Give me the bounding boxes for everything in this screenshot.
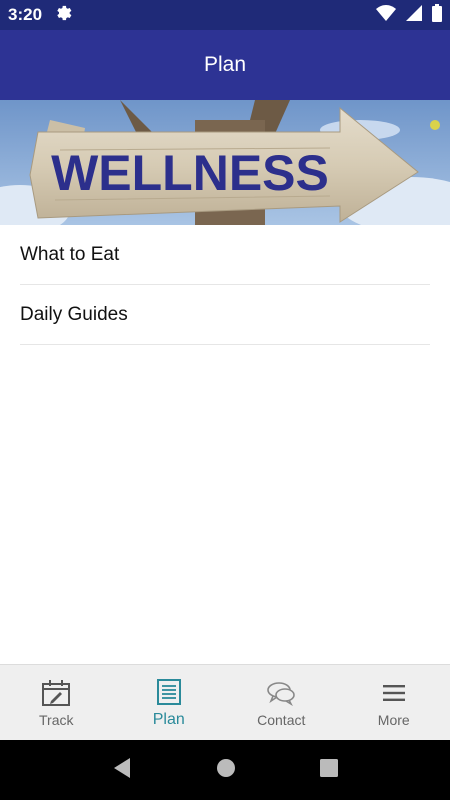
tab-label: More — [377, 711, 410, 728]
tab-label: Plan — [152, 710, 185, 728]
bottom-nav: Track Plan Contact More — [0, 664, 450, 740]
plan-list: What to Eat Daily Guides — [0, 225, 450, 345]
tab-track[interactable]: Track — [0, 665, 113, 740]
banner-sign-text: WELLNESS — [51, 145, 329, 201]
chat-bubbles-icon — [266, 678, 296, 708]
wifi-icon — [376, 4, 396, 26]
list-item-daily-guides[interactable]: Daily Guides — [20, 285, 430, 345]
status-time: 3:20 — [8, 5, 43, 24]
list-icon — [156, 677, 182, 707]
calendar-edit-icon — [41, 678, 71, 708]
tab-plan[interactable]: Plan — [113, 665, 226, 740]
system-nav-bar — [0, 740, 450, 800]
menu-icon — [382, 678, 406, 708]
app-bar: Plan — [0, 30, 450, 100]
home-icon[interactable] — [216, 758, 236, 783]
recents-icon[interactable] — [320, 758, 338, 782]
signal-icon — [406, 4, 422, 26]
list-item-what-to-eat[interactable]: What to Eat — [20, 225, 430, 285]
page-title: Plan — [203, 53, 247, 76]
tab-label: Contact — [257, 711, 306, 728]
list-item-label: What to Eat — [20, 243, 120, 265]
tab-label: Track — [39, 711, 74, 728]
battery-icon — [432, 3, 442, 27]
status-bar: 3:20 — [0, 0, 450, 30]
banner-image: WELLNESS — [0, 100, 450, 225]
settings-icon — [54, 4, 72, 27]
tab-contact[interactable]: Contact — [225, 665, 338, 740]
tab-more[interactable]: More — [338, 665, 450, 740]
back-icon[interactable] — [112, 757, 132, 784]
list-item-label: Daily Guides — [20, 303, 128, 325]
